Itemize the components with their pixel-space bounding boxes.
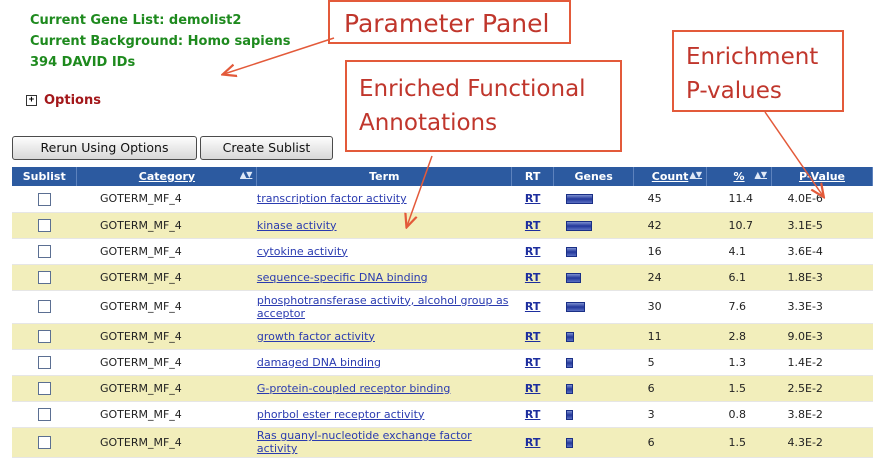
enriched-annotations-arrow [407, 155, 433, 226]
parameter-panel-arrow [224, 37, 335, 74]
callout-arrows [0, 37, 873, 461]
pvalues-arrow [764, 111, 823, 196]
